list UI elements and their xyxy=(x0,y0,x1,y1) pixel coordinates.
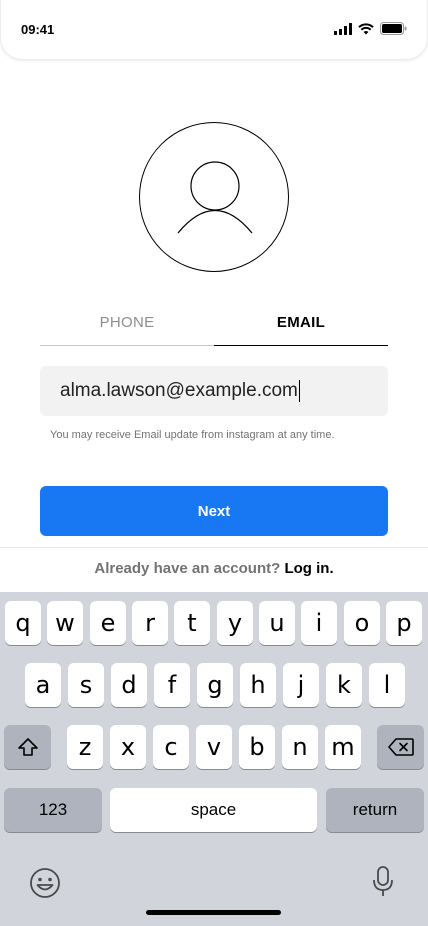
key-w[interactable]: w xyxy=(47,601,83,645)
key-l[interactable]: l xyxy=(369,663,405,707)
profile-icon xyxy=(177,161,253,234)
key-e[interactable]: e xyxy=(90,601,126,645)
login-row: Already have an account? Log in. xyxy=(0,560,428,577)
keyboard: q w e r t y u i o p a s d f g h j k l z … xyxy=(0,592,428,926)
key-c[interactable]: c xyxy=(153,725,189,769)
helper-text: You may receive Email update from instag… xyxy=(50,429,335,441)
status-time: 09:41 xyxy=(21,22,55,37)
backspace-key[interactable] xyxy=(377,725,424,769)
backspace-icon xyxy=(387,738,414,756)
space-key[interactable]: space xyxy=(110,788,317,832)
key-j[interactable]: j xyxy=(283,663,319,707)
shift-icon xyxy=(17,738,38,756)
next-button[interactable]: Next xyxy=(40,486,388,536)
key-s[interactable]: s xyxy=(68,663,104,707)
signal-icon xyxy=(334,22,352,40)
key-b[interactable]: b xyxy=(239,725,275,769)
key-d[interactable]: d xyxy=(111,663,147,707)
text-caret xyxy=(298,380,300,402)
key-x[interactable]: x xyxy=(110,725,146,769)
key-g[interactable]: g xyxy=(197,663,233,707)
key-r[interactable]: r xyxy=(132,601,168,645)
battery-icon xyxy=(380,22,407,40)
key-n[interactable]: n xyxy=(282,725,318,769)
numbers-key[interactable]: 123 xyxy=(4,788,102,832)
key-v[interactable]: v xyxy=(196,725,232,769)
key-p[interactable]: p xyxy=(386,601,422,645)
emoji-button[interactable] xyxy=(28,866,62,900)
wifi-icon xyxy=(358,22,374,40)
dictation-button[interactable] xyxy=(370,864,396,900)
login-prompt: Already have an account? xyxy=(94,560,281,577)
emoji-icon xyxy=(30,868,60,898)
signup-method-tabs: PHONE EMAIL xyxy=(40,300,388,346)
key-q[interactable]: q xyxy=(5,601,41,645)
home-indicator xyxy=(146,910,281,915)
email-field[interactable]: alma.lawson@example.com xyxy=(40,366,388,416)
key-y[interactable]: y xyxy=(217,601,253,645)
login-link[interactable]: Log in. xyxy=(284,560,333,577)
email-field-value: alma.lawson@example.com xyxy=(60,380,298,401)
microphone-icon xyxy=(373,866,393,896)
key-h[interactable]: h xyxy=(240,663,276,707)
key-o[interactable]: o xyxy=(344,601,380,645)
key-u[interactable]: u xyxy=(259,601,295,645)
key-i[interactable]: i xyxy=(301,601,337,645)
shift-key[interactable] xyxy=(4,725,51,769)
tab-email[interactable]: EMAIL xyxy=(214,300,388,346)
return-key[interactable]: return xyxy=(326,788,424,832)
key-t[interactable]: t xyxy=(174,601,210,645)
status-bar: 09:41 xyxy=(0,0,428,60)
key-z[interactable]: z xyxy=(67,725,103,769)
key-k[interactable]: k xyxy=(326,663,362,707)
key-a[interactable]: a xyxy=(25,663,61,707)
tab-phone[interactable]: PHONE xyxy=(40,300,214,346)
divider xyxy=(0,547,428,548)
key-m[interactable]: m xyxy=(325,725,361,769)
key-f[interactable]: f xyxy=(154,663,190,707)
status-icons xyxy=(334,22,407,40)
avatar xyxy=(139,122,289,272)
